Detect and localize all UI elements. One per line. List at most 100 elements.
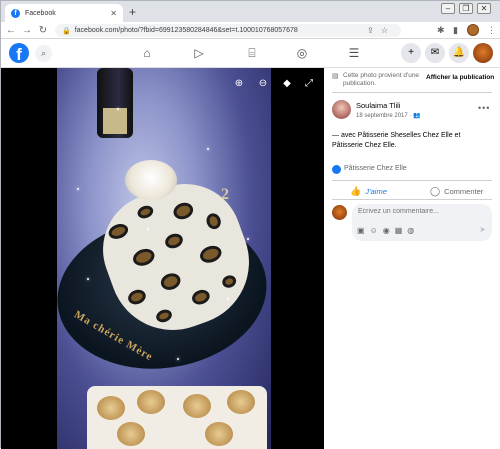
address-bar-actions: ⇪☆: [367, 24, 395, 37]
notifications-icon[interactable]: 🔔: [449, 43, 469, 63]
comment-input[interactable]: [358, 208, 486, 215]
info-icon: ▤: [332, 73, 339, 80]
author-name[interactable]: Soulaima Tlili: [356, 101, 400, 110]
comment-box[interactable]: ▣ ☺ ◉ ▦ ◍ ➤: [352, 204, 492, 241]
lock-icon: 🔒: [62, 27, 71, 35]
cake-spot: [126, 287, 148, 307]
like-label: J’aime: [365, 187, 387, 196]
cake-spot: [189, 287, 212, 307]
browser-tab[interactable]: f Facebook ✕: [5, 4, 123, 23]
sweet: [227, 390, 255, 414]
reload-icon[interactable]: ↻: [37, 24, 49, 37]
minimize-button[interactable]: –: [441, 3, 455, 14]
post-date-text: 18 septembre 2017 ·: [356, 113, 414, 119]
bookmark-star-icon[interactable]: ☆: [381, 26, 395, 35]
page-icon: [332, 165, 341, 174]
browser-profile-avatar[interactable]: [467, 24, 479, 36]
cake-spot: [204, 211, 223, 232]
cake-spot: [197, 242, 224, 266]
cake-spot: [163, 231, 185, 251]
home-icon[interactable]: ⌂: [139, 46, 155, 60]
sugar-flower: [125, 160, 177, 200]
more-options-icon[interactable]: •••: [478, 103, 490, 113]
comment-tools: ▣ ☺ ◉ ▦ ◍: [357, 226, 414, 235]
browser-window: f Facebook ✕ + – ❐ ✕ ← → ↻ 🔒 facebook.co…: [0, 0, 500, 449]
cake-spot: [220, 273, 238, 290]
url-text: facebook.com/photo/?fbid=699123580284846…: [74, 27, 298, 34]
cake-spot: [154, 307, 174, 325]
avatar-sticker-icon[interactable]: ▣: [357, 226, 365, 235]
sweet: [183, 394, 211, 418]
new-tab-button[interactable]: +: [129, 5, 136, 19]
sparkle: [77, 188, 79, 190]
thumbs-up-icon: 👍: [350, 186, 362, 196]
create-icon[interactable]: +: [401, 43, 421, 63]
close-window-button[interactable]: ✕: [477, 3, 491, 14]
divider: [332, 199, 492, 200]
share-icon[interactable]: ⇪: [367, 26, 381, 35]
comment-label: Commenter: [444, 187, 484, 196]
author-avatar[interactable]: [332, 100, 351, 119]
tab-close-icon[interactable]: ✕: [110, 9, 117, 18]
account-icon[interactable]: [473, 43, 493, 63]
groups-icon[interactable]: ◎: [294, 46, 310, 60]
sparkle: [177, 358, 179, 360]
cake-spot: [135, 203, 155, 221]
cake-spot: [171, 200, 196, 222]
tagged-page-link[interactable]: Pâtisserie Chez Elle: [344, 165, 407, 172]
camera-icon[interactable]: ◉: [383, 226, 390, 235]
facebook-logo-icon[interactable]: f: [9, 43, 29, 63]
browser-toolbar: ← → ↻ 🔒 facebook.com/photo/?fbid=6991235…: [1, 22, 500, 39]
gif-icon[interactable]: ▦: [395, 226, 403, 235]
post-date[interactable]: 18 septembre 2017 · 👥: [356, 112, 421, 119]
post-caption: — avec Pâtisserie Sheselles Chez Elle et…: [332, 132, 461, 149]
number-candle: 2: [221, 186, 229, 203]
side-panel-icon[interactable]: ▮: [453, 24, 458, 37]
comment-button[interactable]: ◯ Commenter: [430, 186, 483, 197]
address-bar[interactable]: 🔒 facebook.com/photo/?fbid=6991235802848…: [55, 24, 401, 37]
bottle-label-shape: [103, 108, 127, 134]
sweet: [97, 396, 125, 420]
cake-spot: [106, 221, 131, 242]
messenger-icon[interactable]: ✉: [425, 43, 445, 63]
cake-spot: [158, 270, 183, 293]
sparkle: [207, 148, 209, 150]
menu-icon[interactable]: ☰: [346, 46, 362, 60]
maximize-button[interactable]: ❐: [459, 3, 473, 14]
photo-source-notice: Cette photo provient d'une publication.: [343, 72, 420, 87]
sparkle: [87, 278, 89, 280]
tab-title: Facebook: [25, 10, 56, 17]
sparkle: [147, 228, 149, 230]
marketplace-icon[interactable]: ⌸: [244, 46, 260, 60]
sweets-tray: [87, 386, 267, 449]
sparkle: [117, 108, 119, 110]
show-publication-link[interactable]: Afficher la publication: [426, 74, 494, 81]
extensions-icon[interactable]: ✱: [437, 24, 445, 37]
send-icon[interactable]: ➤: [479, 225, 486, 234]
back-icon[interactable]: ←: [5, 24, 17, 37]
sparkle: [227, 298, 229, 300]
video-icon[interactable]: ▷: [191, 46, 207, 60]
forward-icon[interactable]: →: [21, 24, 33, 37]
divider: [332, 92, 492, 93]
like-button[interactable]: 👍 J’aime: [350, 186, 387, 197]
tab-strip: f Facebook ✕ + – ❐ ✕: [1, 1, 500, 23]
cake-photo: 2 Ma chérie Mère: [57, 68, 271, 449]
sweet: [137, 390, 165, 414]
search-icon[interactable]: ⌕: [35, 45, 52, 62]
tag-icon[interactable]: ◆: [280, 78, 294, 89]
sticker-icon[interactable]: ◍: [407, 226, 414, 235]
fullscreen-icon[interactable]: ⤢: [302, 78, 316, 89]
facebook-header: f ⌕ ⌂ ▷ ⌸ ◎ ☰ + ✉ 🔔: [1, 39, 500, 68]
photo-viewer[interactable]: 2 Ma chérie Mère: [1, 68, 324, 449]
post-details-panel: ▤ Cette photo provient d'une publication…: [324, 68, 500, 449]
divider: [332, 180, 492, 181]
commenter-avatar: [332, 205, 347, 220]
sweet: [117, 422, 145, 446]
comment-bubble-icon: ◯: [430, 186, 441, 196]
zoom-out-icon[interactable]: ⊖: [256, 78, 270, 89]
browser-menu-icon[interactable]: ⋮: [487, 24, 496, 37]
cake-spot: [130, 246, 157, 269]
zoom-in-icon[interactable]: ⊕: [232, 78, 246, 89]
emoji-icon[interactable]: ☺: [370, 226, 378, 235]
